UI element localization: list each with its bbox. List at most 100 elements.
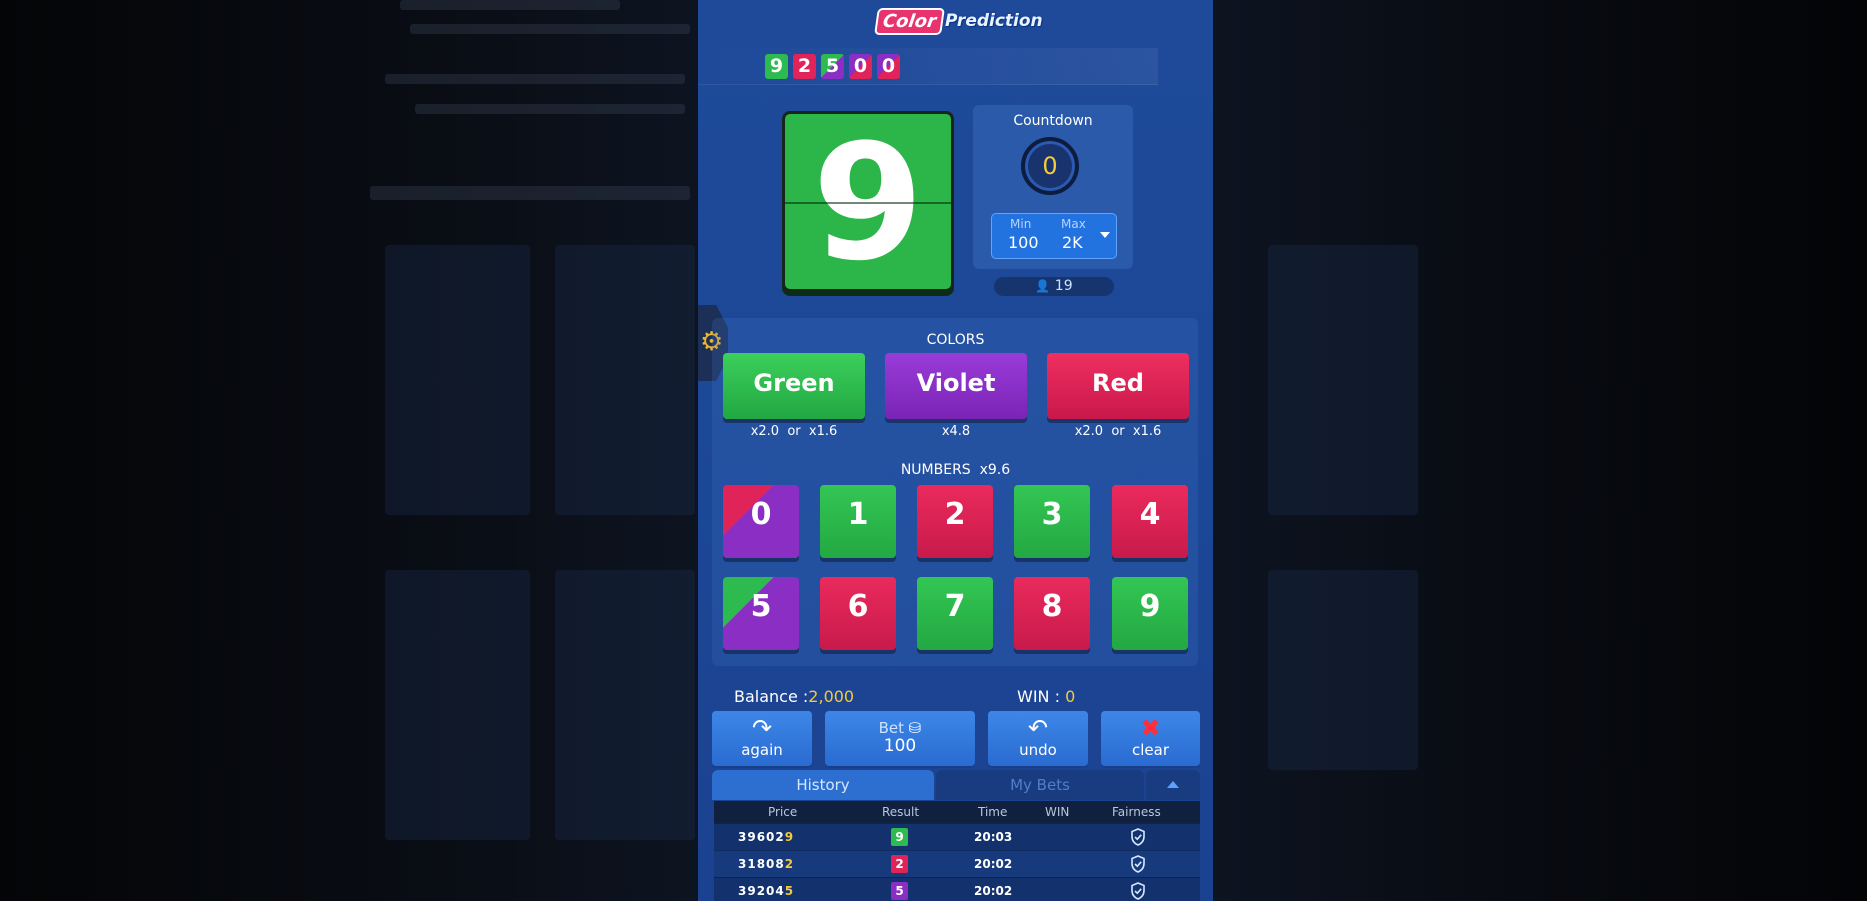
chevron-up-icon	[1167, 781, 1179, 788]
balance-display: Balance :2,000	[734, 687, 854, 706]
shield-check-icon[interactable]	[1130, 828, 1146, 846]
player-count-value: 19	[1054, 278, 1073, 294]
red-bet-button[interactable]: Red	[1047, 353, 1189, 419]
number-bet-button[interactable]: 9	[1112, 577, 1188, 650]
number-bet-button[interactable]: 0	[723, 485, 799, 558]
countdown-title: Countdown	[1013, 113, 1093, 129]
green-odds: x2.0 or x1.6	[750, 424, 838, 439]
violet-bet-button[interactable]: Violet	[885, 353, 1027, 419]
price-cell: 392045	[738, 884, 794, 898]
logo-color-text: Color	[874, 7, 945, 35]
shield-check-icon[interactable]	[1130, 855, 1146, 873]
price-last-digit: 9	[784, 830, 795, 844]
background-text	[400, 0, 620, 10]
colors-title: COLORS	[926, 332, 985, 348]
bet-amount-button[interactable]: Bet ⛁ 100	[825, 711, 975, 766]
result-chip: 5	[891, 882, 908, 900]
bet-label: Bet	[878, 719, 905, 737]
time-cell: 20:02	[974, 884, 1013, 898]
violet-odds: x4.8	[941, 424, 971, 439]
tab-my-bets[interactable]: My Bets	[936, 770, 1144, 800]
red-odds: x2.0 or x1.6	[1074, 424, 1162, 439]
price-digits: 31808	[738, 857, 785, 871]
bet-limits-dropdown[interactable]: Min 100 Max 2K	[991, 213, 1117, 259]
recent-result-chip: 2	[793, 54, 816, 79]
recent-result-chip: 0	[877, 54, 900, 79]
flip-divider	[785, 202, 951, 204]
table-header: Price Result Time WIN Fairness	[714, 801, 1200, 823]
result-chip: 2	[891, 855, 908, 873]
balance-value: 2,000	[808, 687, 855, 706]
person-icon: 👤	[1035, 279, 1051, 293]
number-bet-button[interactable]: 6	[820, 577, 896, 650]
bet-label-row: Bet ⛁	[825, 719, 975, 737]
logo-prediction-text: Prediction	[945, 11, 1043, 31]
background-card	[1268, 245, 1418, 515]
number-bet-button[interactable]: 1	[820, 485, 896, 558]
price-cell: 396029	[738, 830, 794, 844]
again-button[interactable]: ↷ again	[712, 711, 812, 766]
time-cell: 20:02	[974, 857, 1013, 871]
background-text	[370, 186, 690, 200]
column-header: Result	[882, 805, 920, 819]
result-chip: 9	[891, 828, 908, 846]
price-digits: 39204	[738, 884, 785, 898]
max-value: 2K	[1062, 233, 1083, 252]
game-panel: Color Prediction 9 2 5 0 0 9 Countdown 0…	[698, 0, 1213, 901]
history-table: Price Result Time WIN Fairness 396029 9 …	[714, 801, 1200, 901]
price-digits: 39602	[738, 830, 785, 844]
clear-label: clear	[1131, 741, 1169, 759]
table-row: 318082 2 20:02	[714, 850, 1200, 877]
again-label: again	[741, 741, 783, 759]
bet-amount-value: 100	[883, 736, 917, 756]
number-bet-button[interactable]: 4	[1112, 485, 1188, 558]
green-bet-button[interactable]: Green	[723, 353, 865, 419]
background-card	[555, 570, 695, 840]
background-card	[385, 245, 530, 515]
number-bet-button[interactable]: 5	[723, 577, 799, 650]
column-header: Price	[768, 805, 798, 819]
current-result-card: 9	[782, 111, 954, 292]
column-header: Time	[978, 805, 1008, 819]
recent-result-chip: 5	[821, 54, 844, 79]
win-label: WIN :	[1017, 687, 1060, 706]
game-logo: Color Prediction	[874, 7, 1043, 35]
recent-result-chip: 9	[765, 54, 788, 79]
clear-button[interactable]: ✖ clear	[1101, 711, 1200, 766]
table-row: 396029 9 20:03	[714, 823, 1200, 850]
win-value: 0	[1065, 687, 1076, 706]
number-bet-button[interactable]: 7	[917, 577, 993, 650]
background-text	[415, 104, 685, 114]
background-card	[555, 245, 695, 515]
player-count: 👤 19	[994, 277, 1114, 296]
background-text	[385, 74, 685, 84]
balance-label: Balance :	[734, 687, 809, 706]
numbers-title: NUMBERS x9.6	[900, 462, 1011, 478]
time-cell: 20:03	[974, 830, 1013, 844]
close-icon: ✖	[1140, 714, 1161, 742]
chips-icon: ⛁	[908, 719, 922, 737]
background-card	[385, 570, 530, 840]
tab-history[interactable]: History	[712, 770, 934, 800]
countdown-panel: Countdown 0 Min 100 Max 2K	[973, 105, 1133, 269]
recent-result-chip: 0	[849, 54, 872, 79]
history-tabs: History My Bets	[712, 770, 1200, 800]
countdown-timer: 0	[1021, 137, 1079, 195]
undo-label: undo	[1019, 741, 1057, 759]
price-last-digit: 2	[784, 857, 795, 871]
number-bet-button[interactable]: 2	[917, 485, 993, 558]
redo-icon: ↷	[751, 714, 773, 742]
number-bet-button[interactable]: 8	[1014, 577, 1090, 650]
collapse-history-button[interactable]	[1146, 770, 1200, 800]
min-label: Min	[1010, 217, 1032, 231]
undo-button[interactable]: ↶ undo	[988, 711, 1088, 766]
min-value: 100	[1008, 233, 1039, 252]
number-bet-button[interactable]: 3	[1014, 485, 1090, 558]
background-card	[1268, 570, 1418, 770]
column-header: WIN	[1045, 805, 1070, 819]
countdown-value: 0	[1042, 152, 1058, 180]
shield-check-icon[interactable]	[1130, 882, 1146, 900]
background-text	[410, 24, 690, 34]
chevron-down-icon	[1100, 232, 1110, 238]
background-left	[0, 0, 698, 901]
